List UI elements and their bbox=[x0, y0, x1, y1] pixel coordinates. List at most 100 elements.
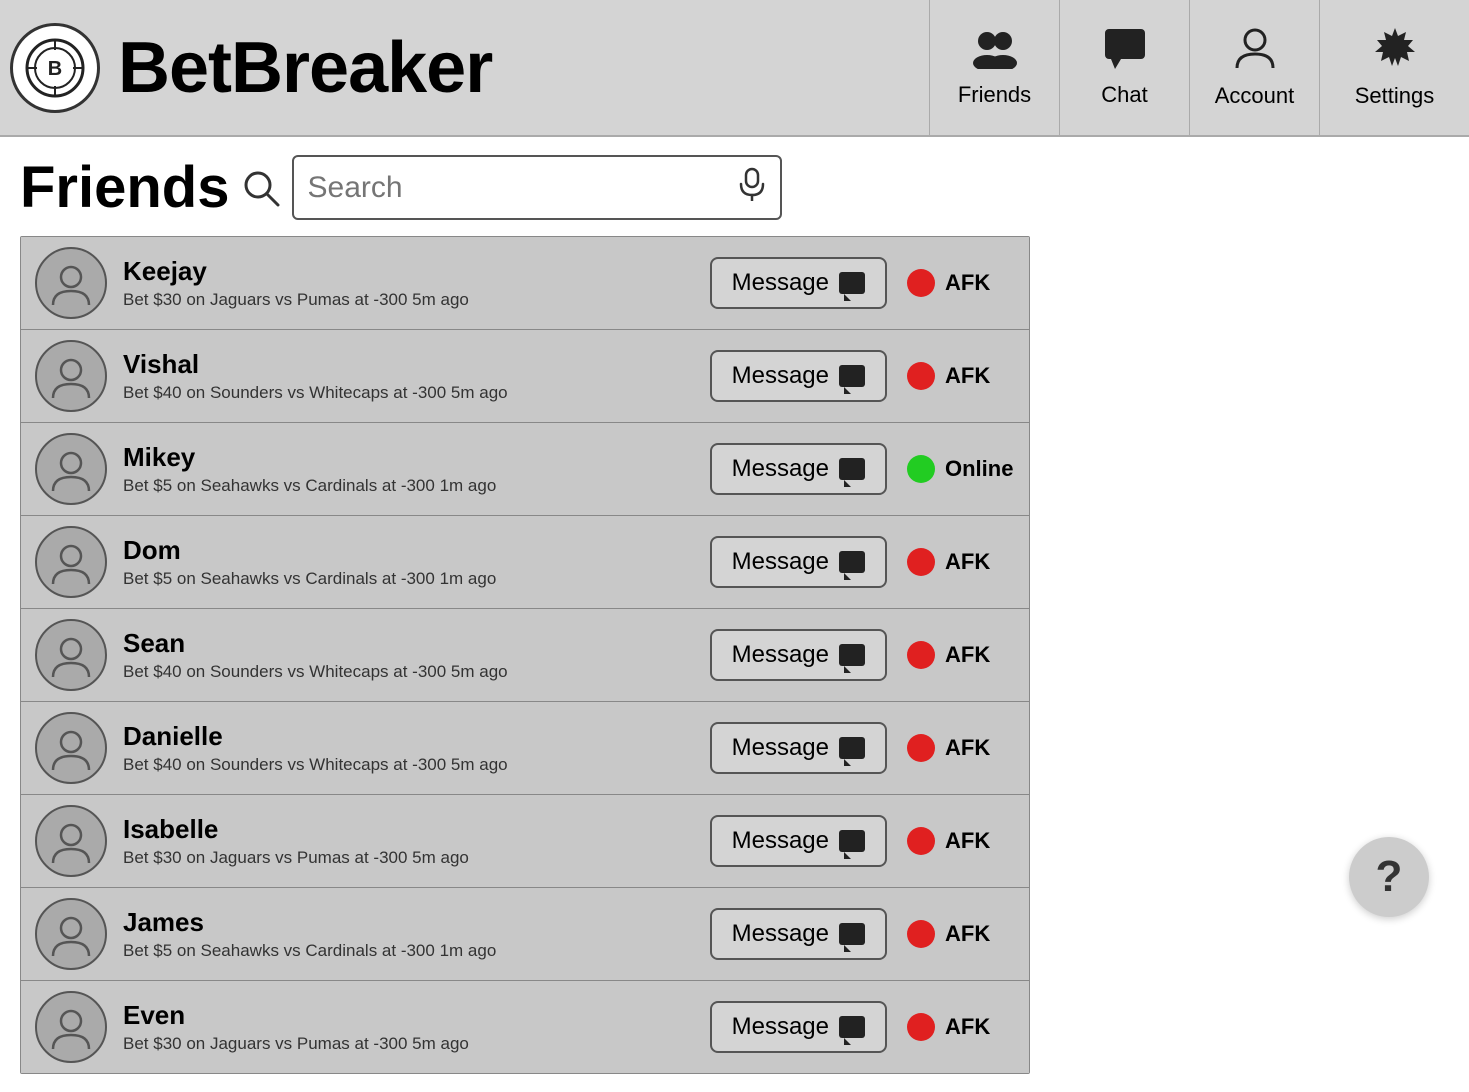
message-icon bbox=[839, 551, 865, 573]
nav-account-label: Account bbox=[1215, 83, 1295, 109]
message-button[interactable]: Message bbox=[710, 1001, 887, 1053]
friend-avatar bbox=[35, 619, 107, 691]
header: B BetBreaker Friends bbox=[0, 0, 1469, 137]
status-dot bbox=[907, 548, 935, 576]
friend-row: Dom Bet $5 on Seahawks vs Cardinals at -… bbox=[21, 516, 1029, 609]
status-dot bbox=[907, 920, 935, 948]
friends-header: Friends bbox=[20, 155, 1469, 220]
friend-name: Danielle bbox=[123, 721, 710, 752]
message-button[interactable]: Message bbox=[710, 257, 887, 309]
svg-text:B: B bbox=[48, 58, 62, 80]
friend-actions: Message AFK bbox=[710, 722, 1015, 774]
status-label: AFK bbox=[945, 828, 1015, 854]
friend-info: Even Bet $30 on Jaguars vs Pumas at -300… bbox=[123, 1000, 710, 1053]
friend-actions: Message AFK bbox=[710, 536, 1015, 588]
message-button[interactable]: Message bbox=[710, 722, 887, 774]
friend-name: James bbox=[123, 907, 710, 938]
nav-chat[interactable]: Chat bbox=[1059, 0, 1189, 135]
status-indicator: AFK bbox=[907, 920, 1015, 948]
account-icon bbox=[1233, 26, 1277, 77]
friend-actions: Message AFK bbox=[710, 629, 1015, 681]
message-icon bbox=[839, 272, 865, 294]
nav-friends[interactable]: Friends bbox=[929, 0, 1059, 135]
nav-chat-label: Chat bbox=[1101, 82, 1147, 108]
brand-title: BetBreaker bbox=[118, 32, 492, 104]
friend-name: Vishal bbox=[123, 349, 710, 380]
message-icon bbox=[839, 830, 865, 852]
help-button[interactable]: ? bbox=[1349, 837, 1429, 917]
friend-info: Keejay Bet $30 on Jaguars vs Pumas at -3… bbox=[123, 256, 710, 309]
message-button[interactable]: Message bbox=[710, 443, 887, 495]
friend-bet: Bet $40 on Sounders vs Whitecaps at -300… bbox=[123, 383, 710, 403]
friend-name: Keejay bbox=[123, 256, 710, 287]
nav-account[interactable]: Account bbox=[1189, 0, 1319, 135]
search-icon bbox=[242, 169, 280, 207]
friend-avatar bbox=[35, 712, 107, 784]
message-button[interactable]: Message bbox=[710, 350, 887, 402]
friend-bet: Bet $5 on Seahawks vs Cardinals at -300 … bbox=[123, 569, 710, 589]
search-input[interactable] bbox=[308, 171, 738, 205]
status-dot bbox=[907, 734, 935, 762]
friend-actions: Message Online bbox=[710, 443, 1015, 495]
friend-row: Keejay Bet $30 on Jaguars vs Pumas at -3… bbox=[21, 237, 1029, 330]
friend-row: Isabelle Bet $30 on Jaguars vs Pumas at … bbox=[21, 795, 1029, 888]
friend-info: Sean Bet $40 on Sounders vs Whitecaps at… bbox=[123, 628, 710, 681]
friend-info: Vishal Bet $40 on Sounders vs Whitecaps … bbox=[123, 349, 710, 402]
friend-name: Even bbox=[123, 1000, 710, 1031]
friend-info: Danielle Bet $40 on Sounders vs Whitecap… bbox=[123, 721, 710, 774]
message-icon bbox=[839, 923, 865, 945]
help-icon: ? bbox=[1376, 855, 1403, 899]
friend-actions: Message AFK bbox=[710, 908, 1015, 960]
status-indicator: AFK bbox=[907, 641, 1015, 669]
logo-area: B BetBreaker bbox=[10, 23, 929, 113]
friend-row: Mikey Bet $5 on Seahawks vs Cardinals at… bbox=[21, 423, 1029, 516]
nav-settings[interactable]: Settings bbox=[1319, 0, 1469, 135]
status-dot bbox=[907, 362, 935, 390]
status-dot bbox=[907, 827, 935, 855]
message-button[interactable]: Message bbox=[710, 815, 887, 867]
friend-info: Isabelle Bet $30 on Jaguars vs Pumas at … bbox=[123, 814, 710, 867]
friend-info: Mikey Bet $5 on Seahawks vs Cardinals at… bbox=[123, 442, 710, 495]
friend-actions: Message AFK bbox=[710, 1001, 1015, 1053]
friend-avatar bbox=[35, 433, 107, 505]
friend-row: Even Bet $30 on Jaguars vs Pumas at -300… bbox=[21, 981, 1029, 1073]
friend-row: Danielle Bet $40 on Sounders vs Whitecap… bbox=[21, 702, 1029, 795]
status-dot bbox=[907, 1013, 935, 1041]
friend-name: Sean bbox=[123, 628, 710, 659]
friend-info: Dom Bet $5 on Seahawks vs Cardinals at -… bbox=[123, 535, 710, 588]
friend-bet: Bet $30 on Jaguars vs Pumas at -300 5m a… bbox=[123, 848, 710, 868]
friend-avatar bbox=[35, 247, 107, 319]
message-button[interactable]: Message bbox=[710, 536, 887, 588]
message-button[interactable]: Message bbox=[710, 629, 887, 681]
nav-friends-label: Friends bbox=[958, 82, 1031, 108]
status-indicator: AFK bbox=[907, 734, 1015, 762]
status-label: AFK bbox=[945, 642, 1015, 668]
main-content: Friends bbox=[0, 137, 1469, 1092]
search-box[interactable] bbox=[292, 155, 782, 220]
friend-row: Vishal Bet $40 on Sounders vs Whitecaps … bbox=[21, 330, 1029, 423]
friend-avatar bbox=[35, 898, 107, 970]
status-label: AFK bbox=[945, 363, 1015, 389]
status-indicator: AFK bbox=[907, 548, 1015, 576]
status-label: AFK bbox=[945, 1014, 1015, 1040]
message-icon bbox=[839, 737, 865, 759]
settings-icon bbox=[1373, 26, 1417, 77]
status-label: AFK bbox=[945, 735, 1015, 761]
top-nav: Friends Chat Account bbox=[929, 0, 1469, 135]
message-button[interactable]: Message bbox=[710, 908, 887, 960]
friend-bet: Bet $40 on Sounders vs Whitecaps at -300… bbox=[123, 662, 710, 682]
status-indicator: Online bbox=[907, 455, 1015, 483]
friend-row: Sean Bet $40 on Sounders vs Whitecaps at… bbox=[21, 609, 1029, 702]
friend-avatar bbox=[35, 805, 107, 877]
mic-icon[interactable] bbox=[738, 167, 766, 209]
friend-actions: Message AFK bbox=[710, 257, 1015, 309]
status-label: AFK bbox=[945, 549, 1015, 575]
nav-settings-label: Settings bbox=[1355, 83, 1435, 109]
message-icon bbox=[839, 644, 865, 666]
status-indicator: AFK bbox=[907, 269, 1015, 297]
message-icon bbox=[839, 365, 865, 387]
friend-bet: Bet $5 on Seahawks vs Cardinals at -300 … bbox=[123, 476, 710, 496]
friend-info: James Bet $5 on Seahawks vs Cardinals at… bbox=[123, 907, 710, 960]
status-indicator: AFK bbox=[907, 1013, 1015, 1041]
chat-icon bbox=[1103, 27, 1147, 76]
